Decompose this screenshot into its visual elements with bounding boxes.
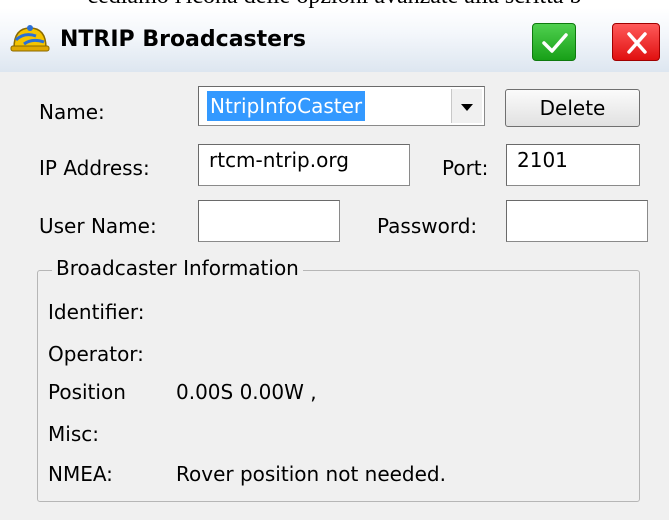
checkmark-icon xyxy=(542,33,568,53)
name-label: Name: xyxy=(39,100,105,124)
name-dropdown[interactable]: NtripInfoCaster xyxy=(198,86,485,126)
name-selected-value: NtripInfoCaster xyxy=(207,91,366,121)
ip-address-field[interactable]: rtcm-ntrip.org xyxy=(198,144,410,186)
window-title: NTRIP Broadcasters xyxy=(60,27,307,52)
nmea-value: Rover position not needed. xyxy=(176,462,446,486)
ip-address-label: IP Address: xyxy=(39,156,150,180)
port-value: 2101 xyxy=(517,148,568,172)
misc-label: Misc: xyxy=(48,422,99,446)
title-bar: NTRIP Broadcasters xyxy=(0,8,669,72)
user-name-field[interactable] xyxy=(198,200,340,242)
ok-button[interactable] xyxy=(532,23,576,61)
user-name-label: User Name: xyxy=(39,214,157,238)
hardhat-satellite-icon xyxy=(10,22,50,56)
position-label: Position xyxy=(48,380,126,404)
chevron-down-icon[interactable] xyxy=(451,89,482,123)
password-label: Password: xyxy=(377,214,478,238)
group-title: Broadcaster Information xyxy=(52,256,303,280)
close-icon xyxy=(627,32,647,54)
port-field[interactable]: 2101 xyxy=(506,144,640,186)
password-field[interactable] xyxy=(506,200,648,242)
broadcaster-form: Name: NtripInfoCaster Delete IP Address:… xyxy=(0,72,669,520)
document-header-fragment: cediamo l'icona delle opzioni avanzate a… xyxy=(0,0,669,8)
operator-label: Operator: xyxy=(48,342,144,366)
nmea-label: NMEA: xyxy=(48,462,113,486)
ip-address-value: rtcm-ntrip.org xyxy=(209,148,349,172)
position-value: 0.00S 0.00W , xyxy=(176,380,317,404)
close-button[interactable] xyxy=(612,23,660,61)
delete-button[interactable]: Delete xyxy=(505,89,640,127)
port-label: Port: xyxy=(442,156,489,180)
identifier-label: Identifier: xyxy=(48,300,145,324)
